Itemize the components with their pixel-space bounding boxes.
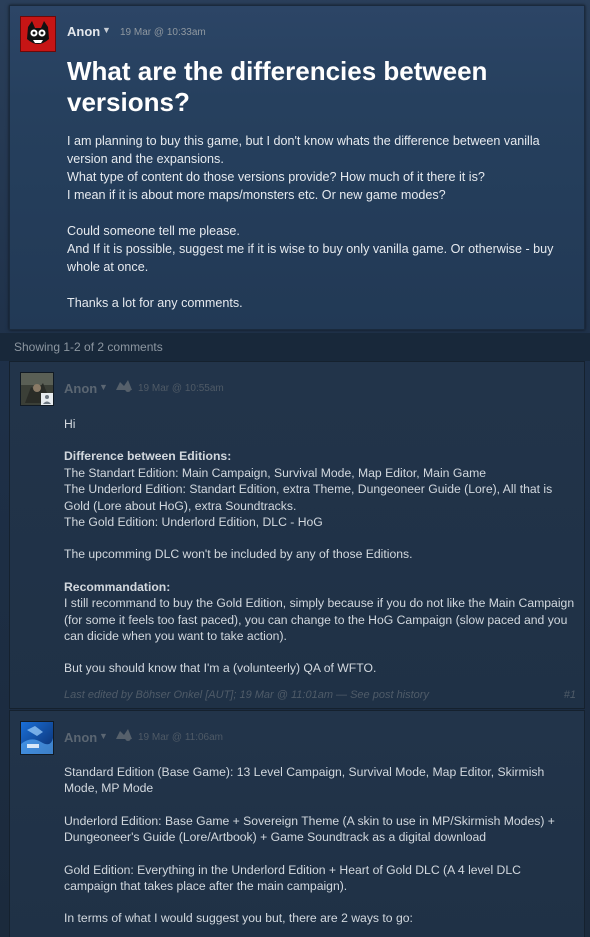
comment-line: The Gold Edition: Underlord Edition, DLC… <box>64 515 323 530</box>
comment-line: The Underlord Edition: Standart Edition,… <box>64 482 553 513</box>
comment-line: Underlord Edition: Base Game + Sovereign… <box>64 813 555 845</box>
post-date: 19 Mar @ 10:33am <box>120 27 206 38</box>
comment-line: I still recommand to buy the Gold Editio… <box>64 596 575 644</box>
post-author[interactable]: Anon <box>67 24 100 39</box>
post-line: I am planning to buy this game, but I do… <box>67 134 540 166</box>
comment-line: In terms of what I would suggest you but… <box>64 911 413 926</box>
thread-title: What are the differencies between versio… <box>67 56 488 117</box>
comment-body: Standard Edition (Base Game): 13 Level C… <box>64 764 576 927</box>
post-line: What type of content do those versions p… <box>67 170 485 184</box>
comment: Anon ▼ 19 Mar @ 11:06am Standard Edition… <box>9 710 585 937</box>
comment-heading: Difference between Editions: <box>64 449 232 464</box>
post-line: I mean if it is about more maps/monsters… <box>67 188 446 202</box>
dropdown-caret-icon[interactable]: ▼ <box>99 731 108 741</box>
dropdown-caret-icon[interactable]: ▼ <box>102 25 111 35</box>
comment-date: 19 Mar @ 10:55am <box>138 383 224 394</box>
comment-line: But you should know that I'm a (voluntee… <box>64 661 377 676</box>
comment: Anon ▼ 19 Mar @ 10:55am Hi Difference be… <box>9 361 585 709</box>
developer-badge-icon <box>116 729 132 741</box>
edit-history-link[interactable]: Last edited by Böhser Onkel [AUT]; 19 Ma… <box>64 689 429 701</box>
comment-author[interactable]: Anon <box>64 730 97 745</box>
comment-body: Hi Difference between Editions: The Stan… <box>64 416 576 677</box>
original-post: Anon ▼ 19 Mar @ 10:33am What are the dif… <box>9 5 585 330</box>
post-line: Could someone tell me please. <box>67 224 240 238</box>
comment-count-bar: Showing 1-2 of 2 comments <box>0 333 590 361</box>
dropdown-caret-icon[interactable]: ▼ <box>99 382 108 392</box>
comment-heading: Recommandation: <box>64 579 171 594</box>
discussion-page: Anon ▼ 19 Mar @ 10:33am What are the dif… <box>0 0 590 937</box>
comment-line: Standard Edition (Base Game): 13 Level C… <box>64 765 545 796</box>
post-line: And If it is possible, suggest me if it … <box>67 242 554 274</box>
commenter-avatar[interactable] <box>20 721 54 755</box>
comment-line: Gold Edition: Everything in the Underlor… <box>64 862 521 894</box>
comment-line: Hi <box>64 417 76 431</box>
comment-date: 19 Mar @ 11:06am <box>138 732 224 743</box>
comment-author[interactable]: Anon <box>64 381 97 396</box>
comment-line: The Standart Edition: Main Campaign, Sur… <box>64 465 487 480</box>
comment-number[interactable]: #1 <box>564 689 576 701</box>
post-body: I am planning to buy this game, but I do… <box>67 132 577 312</box>
commenter-avatar[interactable] <box>20 372 54 406</box>
comment-line: The upcomming DLC won't be included by a… <box>64 547 413 562</box>
comment-count-label: Showing 1-2 of 2 comments <box>14 340 163 354</box>
author-avatar[interactable] <box>20 16 56 52</box>
developer-badge-icon <box>116 380 132 392</box>
post-line: Thanks a lot for any comments. <box>67 296 243 310</box>
